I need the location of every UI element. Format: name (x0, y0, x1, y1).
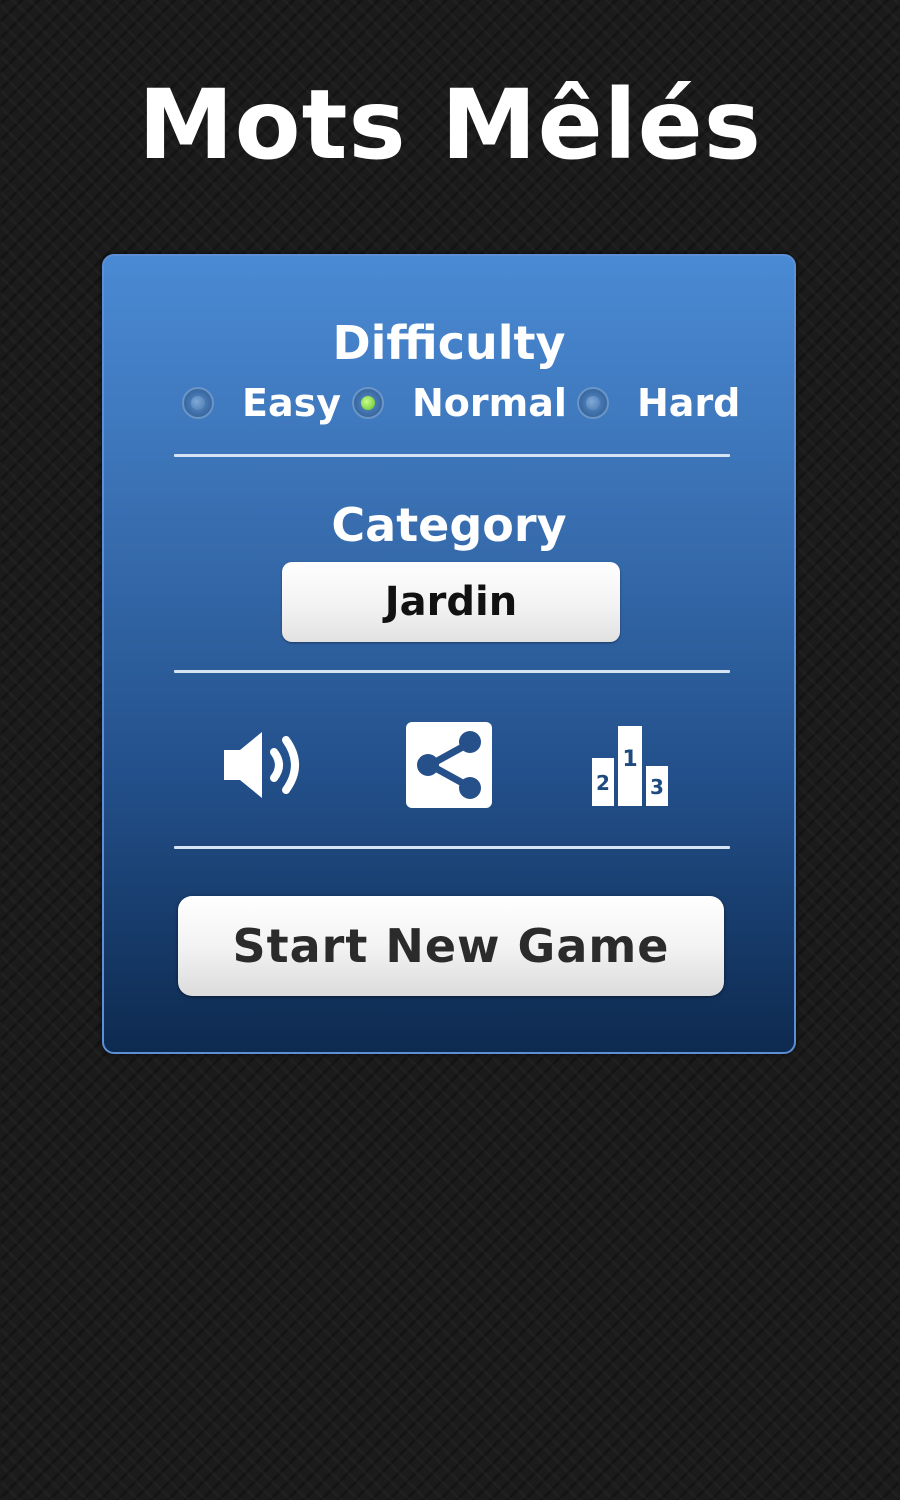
start-new-game-button[interactable]: Start New Game (178, 896, 724, 996)
difficulty-option-hard[interactable]: Hard (577, 378, 740, 428)
podium-leaderboard-icon: 2 1 3 (592, 726, 668, 806)
game-setup-panel: Difficulty Easy Normal Hard Category Jar… (102, 254, 796, 1054)
divider (174, 454, 730, 457)
sound-toggle-button[interactable] (220, 720, 310, 810)
leaderboard-button[interactable]: 2 1 3 (590, 720, 680, 810)
difficulty-heading: Difficulty (332, 316, 566, 370)
share-icon (406, 722, 492, 808)
difficulty-option-easy[interactable]: Easy (182, 378, 341, 428)
difficulty-label-normal: Normal (412, 381, 567, 425)
difficulty-option-normal[interactable]: Normal (352, 378, 567, 428)
category-heading: Category (331, 498, 567, 552)
app-title: Mots Mêlés (138, 69, 762, 181)
divider (174, 670, 730, 673)
podium-place-1: 1 (622, 747, 637, 772)
difficulty-label-hard: Hard (637, 381, 741, 425)
divider (174, 846, 730, 849)
radio-button-easy[interactable] (182, 387, 214, 419)
category-selector[interactable]: Jardin (282, 562, 620, 642)
speaker-volume-icon (224, 732, 299, 798)
difficulty-label-easy: Easy (242, 381, 341, 425)
podium-place-2: 2 (596, 771, 610, 795)
podium-place-3: 3 (650, 775, 664, 799)
radio-button-normal[interactable] (352, 387, 384, 419)
share-button[interactable] (404, 720, 494, 810)
difficulty-radio-group: Easy Normal Hard (182, 378, 742, 428)
radio-button-hard[interactable] (577, 387, 609, 419)
